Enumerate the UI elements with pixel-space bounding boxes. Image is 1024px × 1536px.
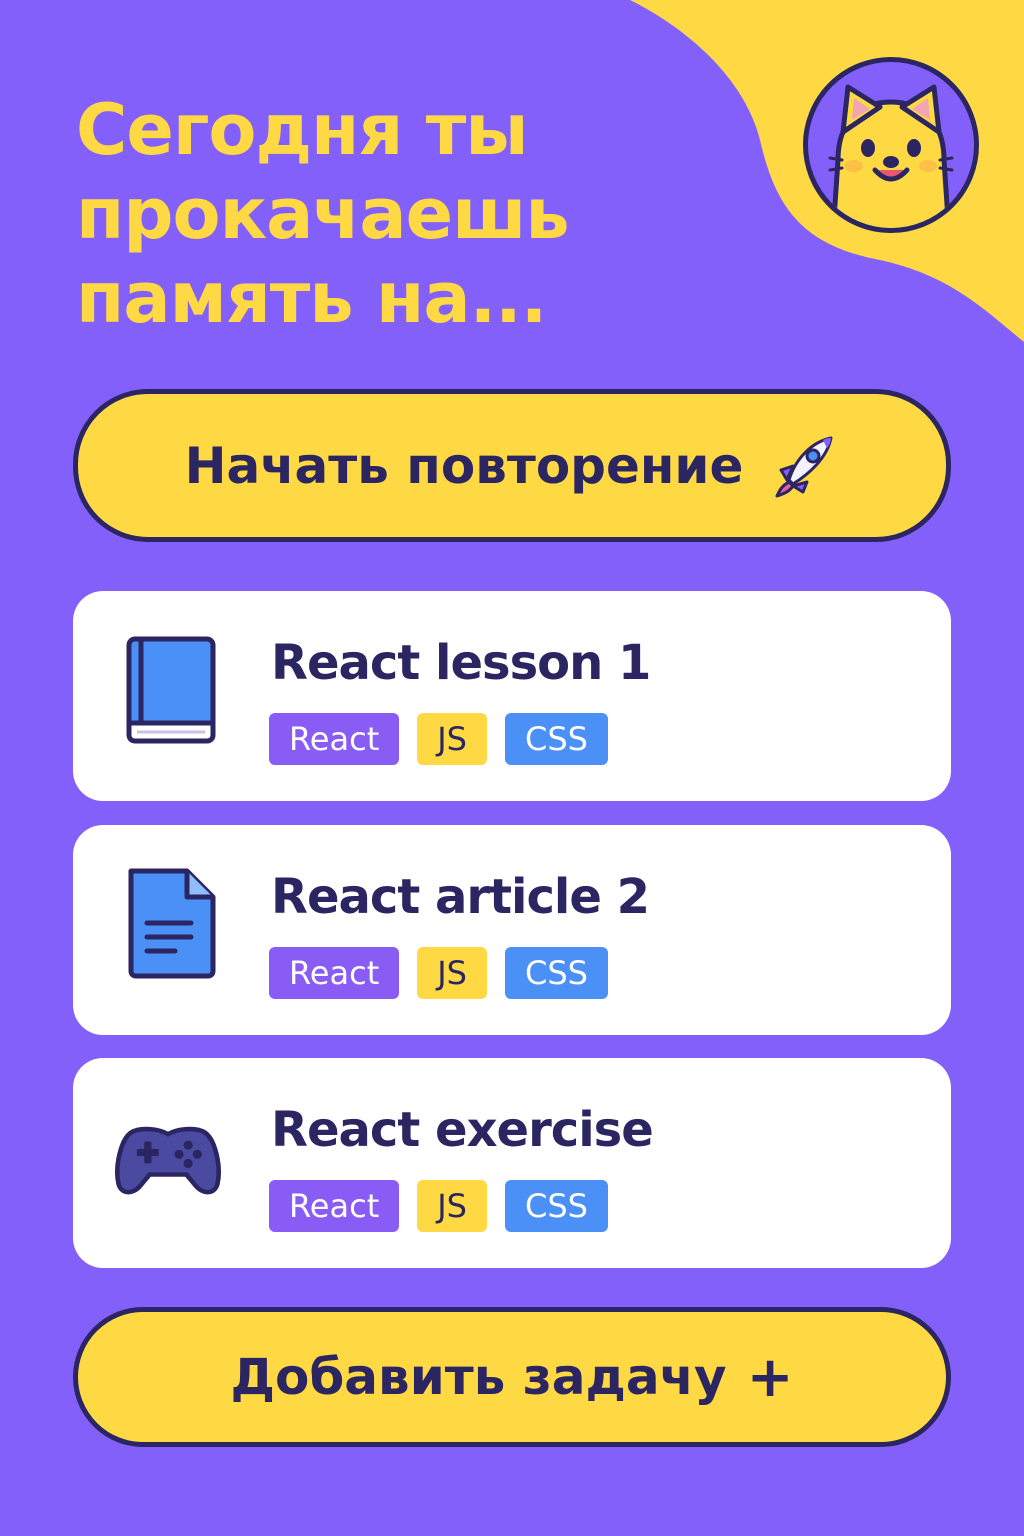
task-title: React article 2	[271, 869, 650, 925]
tag-js[interactable]: JS	[417, 1180, 487, 1232]
task-card[interactable]: React article 2 React JS CSS	[73, 825, 951, 1035]
add-task-label: Добавить задачу	[230, 1348, 727, 1406]
tag-list: React JS CSS	[269, 1180, 608, 1232]
tag-js[interactable]: JS	[417, 713, 487, 765]
task-card[interactable]: React lesson 1 React JS CSS	[73, 591, 951, 801]
document-icon	[128, 868, 216, 979]
tag-list: React JS CSS	[269, 713, 608, 765]
rocket-icon	[767, 430, 839, 502]
tag-css[interactable]: CSS	[504, 947, 608, 999]
gamepad-icon	[115, 1126, 221, 1195]
tag-js[interactable]: JS	[417, 947, 487, 999]
tag-react[interactable]: React	[269, 1180, 400, 1232]
start-review-label: Начать повторение	[184, 436, 744, 495]
tag-list: React JS CSS	[269, 947, 608, 999]
tag-react[interactable]: React	[269, 713, 400, 765]
tag-react[interactable]: React	[269, 947, 400, 999]
add-task-button[interactable]: Добавить задачу +	[73, 1307, 951, 1447]
task-card[interactable]: React exercise React JS CSS	[73, 1058, 951, 1268]
page-title: Сегодня ты прокачаешь память на...	[76, 89, 570, 339]
book-icon	[126, 636, 216, 744]
avatar[interactable]	[803, 57, 979, 233]
task-title: React exercise	[271, 1102, 654, 1158]
plus-icon: +	[746, 1344, 794, 1410]
cat-mascot-icon	[828, 84, 954, 228]
tag-css[interactable]: CSS	[504, 1180, 608, 1232]
task-title: React lesson 1	[271, 635, 651, 691]
tag-css[interactable]: CSS	[504, 713, 608, 765]
start-review-button[interactable]: Начать повторение	[73, 389, 951, 542]
